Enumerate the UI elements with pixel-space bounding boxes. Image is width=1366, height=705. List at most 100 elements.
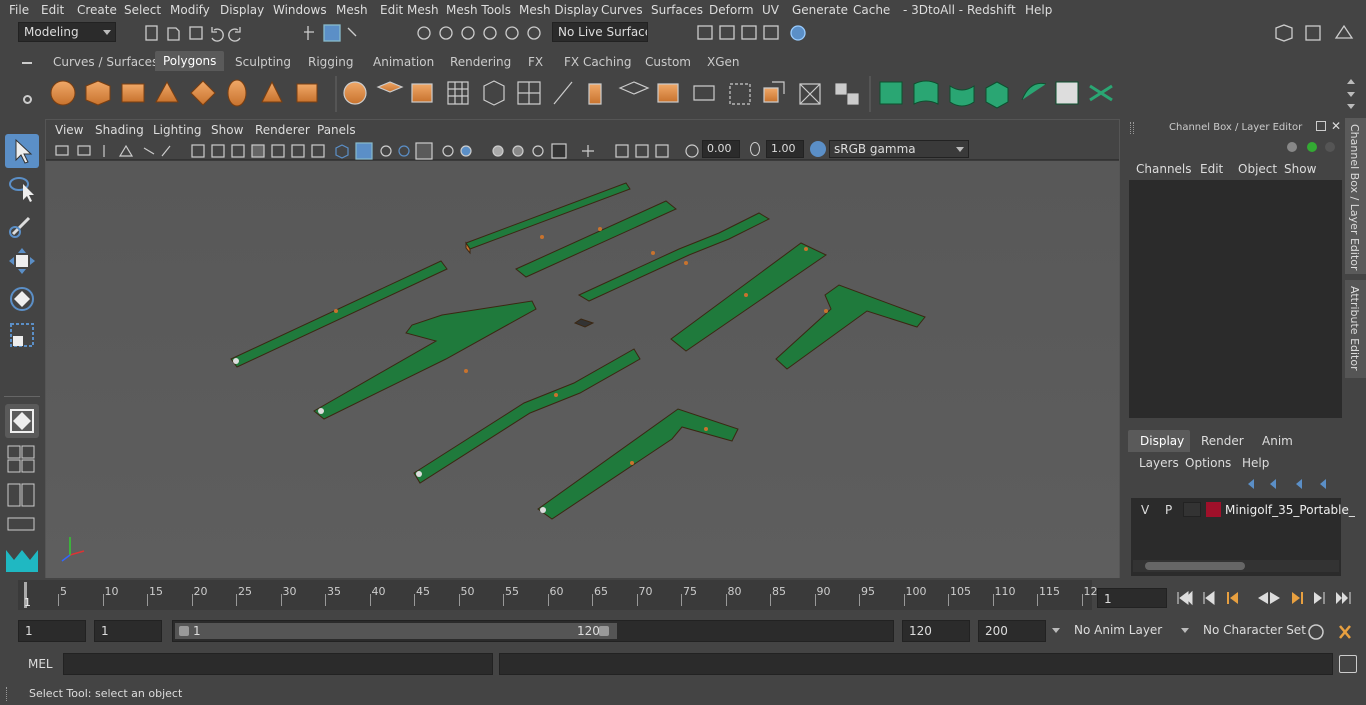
shelf-tab-sculpting[interactable]: Sculpting — [235, 52, 291, 72]
track-piece-9[interactable] — [537, 408, 739, 520]
shelf-tab-fx[interactable]: FX — [528, 52, 543, 72]
move-tool-button[interactable] — [5, 244, 39, 278]
exposure-field[interactable]: 0.00 — [702, 140, 740, 158]
command-input[interactable] — [63, 653, 493, 675]
menu-3dtoall[interactable]: - 3DtoAll - — [903, 3, 963, 17]
vp-menu-lighting[interactable]: Lighting — [153, 123, 202, 137]
vp-menu-show[interactable]: Show — [211, 123, 243, 137]
layer-tab-anim[interactable]: Anim — [1262, 434, 1293, 448]
shelf-tab-polygons[interactable]: Polygons — [155, 51, 225, 71]
shelf-tab-rigging[interactable]: Rigging — [308, 52, 353, 72]
soft-select-button[interactable] — [5, 404, 39, 438]
character-set-dropdown[interactable]: No Character Set — [1195, 620, 1306, 642]
gamma-field[interactable]: 1.00 — [766, 140, 804, 158]
range-slider-handle[interactable] — [175, 623, 617, 639]
menu-mesh-display[interactable]: Mesh Display — [519, 3, 599, 17]
current-frame-field[interactable]: 1 — [1097, 588, 1167, 608]
track-piece-5[interactable] — [775, 284, 926, 370]
shelf-tab-curves-surfaces[interactable]: Curves / Surfaces — [53, 52, 158, 72]
vp-menu-shading[interactable]: Shading — [95, 123, 144, 137]
track-piece-6[interactable] — [230, 260, 448, 368]
shelf-tab-fx-caching[interactable]: FX Caching — [564, 52, 631, 72]
shelf-tab-animation[interactable]: Animation — [373, 52, 434, 72]
vp-menu-view[interactable]: View — [55, 123, 83, 137]
menu-edit[interactable]: Edit — [41, 3, 64, 17]
colorspace-dropdown[interactable]: sRGB gamma — [829, 140, 969, 158]
playback-start-field[interactable]: 1 — [94, 620, 162, 642]
menu-surfaces[interactable]: Surfaces — [651, 3, 703, 17]
menu-mesh[interactable]: Mesh — [336, 3, 368, 17]
layer-tab-display[interactable]: Display — [1128, 430, 1190, 452]
layout-icons[interactable] — [6, 444, 38, 544]
menu-file[interactable]: File — [9, 3, 29, 17]
menu-create[interactable]: Create — [77, 3, 117, 17]
anim-end-field[interactable]: 200 — [978, 620, 1046, 642]
layer-tab-render[interactable]: Render — [1201, 434, 1244, 448]
cmd-language-label[interactable]: MEL — [28, 657, 53, 671]
vp-menu-panels[interactable]: Panels — [317, 123, 356, 137]
channel-list[interactable] — [1129, 180, 1342, 418]
layer-menu-help[interactable]: Help — [1242, 456, 1269, 470]
shelf-tab-custom[interactable]: Custom — [645, 52, 691, 72]
layer-scrollbar[interactable] — [1133, 560, 1339, 572]
polygons-shelf-icons[interactable] — [44, 74, 1344, 114]
color-management-icon[interactable] — [810, 141, 826, 157]
cb-menu-show[interactable]: Show — [1284, 162, 1316, 176]
menu-curves[interactable]: Curves — [601, 3, 643, 17]
scale-tool-button[interactable] — [5, 318, 39, 352]
anim-start-field[interactable]: 1 — [18, 620, 86, 642]
track-piece-7[interactable] — [313, 300, 537, 420]
cb-menu-object[interactable]: Object — [1238, 162, 1277, 176]
shelf-options[interactable] — [0, 50, 40, 118]
shelf-tab-xgen[interactable]: XGen — [707, 52, 740, 72]
layer-color-swatch[interactable] — [1206, 502, 1221, 517]
playback-controls[interactable] — [1172, 588, 1362, 608]
layer-name[interactable]: Minigolf_35_Portable_ — [1225, 503, 1355, 517]
select-tool-button[interactable] — [5, 134, 39, 168]
mode-dropdown[interactable]: Modeling — [18, 22, 116, 42]
minigolf-track-models[interactable] — [46, 161, 1119, 578]
menu-redshift[interactable]: Redshift — [967, 3, 1016, 17]
live-surface-field[interactable]: No Live Surface — [552, 22, 648, 42]
menu-cache[interactable]: Cache — [853, 3, 890, 17]
menu-mesh-tools[interactable]: Mesh Tools — [446, 3, 511, 17]
paint-select-tool-button[interactable] — [5, 208, 39, 242]
float-icon[interactable] — [1316, 121, 1326, 131]
menu-edit-mesh[interactable]: Edit Mesh — [380, 3, 439, 17]
rotate-tool-button[interactable] — [5, 282, 39, 316]
time-slider[interactable]: 1 5 10 15 20 25 30 35 40 45 50 55 60 65 70 75 80 85 90 95 1… — [0, 580, 1366, 614]
menu-help[interactable]: Help — [1025, 3, 1052, 17]
menu-generate[interactable]: Generate — [792, 3, 848, 17]
layer-menu-options[interactable]: Options — [1185, 456, 1231, 470]
anim-prefs-icons[interactable] — [1306, 622, 1362, 642]
close-icon[interactable]: ✕ — [1331, 119, 1341, 133]
layer-menu-layers[interactable]: Layers — [1139, 456, 1179, 470]
shelf-tab-rendering[interactable]: Rendering — [450, 52, 511, 72]
layer-row[interactable]: V P Minigolf_35_Portable_ — [1133, 501, 1355, 519]
menu-uv[interactable]: UV — [762, 3, 779, 17]
time-ruler[interactable]: 1 5 10 15 20 25 30 35 40 45 50 55 60 65 70 75 80 85 90 95 1… — [18, 580, 1098, 610]
cb-menu-edit[interactable]: Edit — [1200, 162, 1223, 176]
layer-visibility[interactable]: V — [1141, 503, 1149, 517]
shelf-scroll-arrows[interactable] — [1344, 76, 1358, 112]
menu-deform[interactable]: Deform — [709, 3, 754, 17]
menu-display[interactable]: Display — [220, 3, 264, 17]
script-editor-icon[interactable] — [1339, 655, 1357, 673]
vp-menu-renderer[interactable]: Renderer — [255, 123, 310, 137]
lasso-tool-button[interactable] — [5, 172, 39, 206]
layer-action-icons[interactable] — [1244, 476, 1340, 492]
range-slider[interactable]: 1 120 — [172, 620, 894, 642]
cb-menu-channels[interactable]: Channels — [1136, 162, 1192, 176]
layer-reference-toggle[interactable] — [1183, 502, 1201, 517]
anim-layer-dropdown[interactable]: No Anim Layer — [1066, 620, 1176, 642]
viewport-toolbar-icons[interactable] — [52, 142, 712, 160]
menu-windows[interactable]: Windows — [273, 3, 327, 17]
layer-playback[interactable]: P — [1165, 503, 1172, 517]
playback-end-field[interactable]: 120 — [902, 620, 970, 642]
side-tab-attribute-editor[interactable]: Attribute Editor — [1345, 280, 1366, 378]
3d-view[interactable]: persp — [46, 161, 1119, 613]
side-tab-channel-box[interactable]: Channel Box / Layer Editor — [1345, 118, 1366, 274]
channel-box-icons[interactable] — [1286, 138, 1340, 156]
menu-select[interactable]: Select — [124, 3, 161, 17]
menu-modify[interactable]: Modify — [170, 3, 210, 17]
